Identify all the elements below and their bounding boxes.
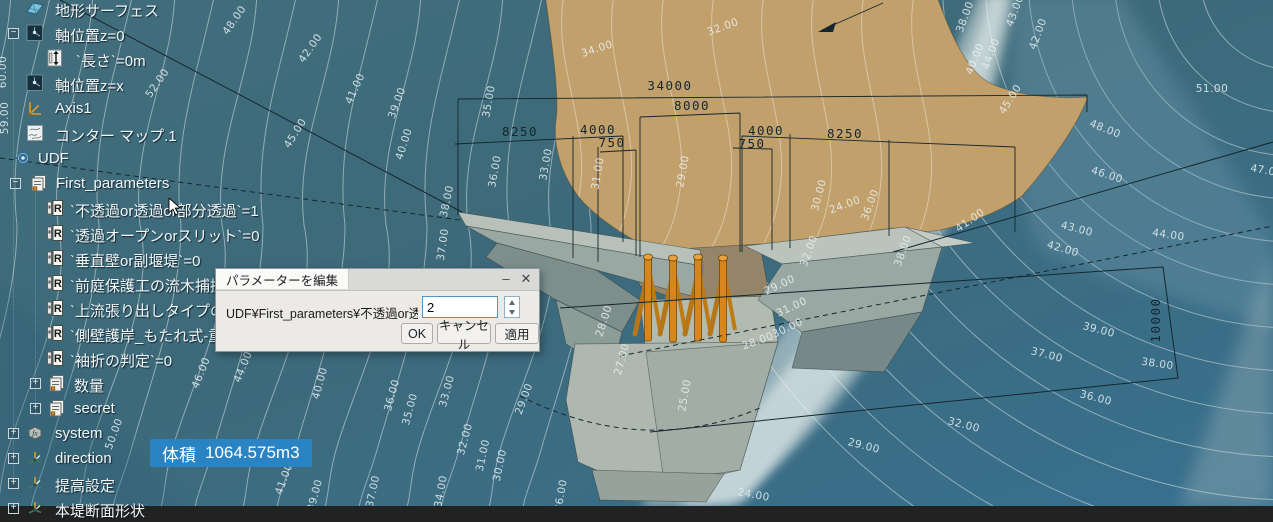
dimension-label: 8250 (827, 126, 863, 141)
param-icon (46, 324, 64, 342)
minimize-button[interactable]: – (497, 270, 515, 288)
parameter-path-label: UDF¥First_parameters¥不透過or透 (226, 307, 418, 321)
specification-tree: 地形サーフェス − 軸位置z=0 `長さ`=0m 軸位置z=x Axis1 コンター マップ… (0, 0, 420, 520)
tree-item[interactable]: + secret (0, 397, 420, 422)
param-icon (46, 349, 64, 367)
length-icon (46, 49, 64, 67)
param-icon (46, 249, 64, 267)
tree-item-label: First_parameters (56, 175, 170, 192)
tree-item-label: `袖折の判定`=0 (70, 353, 173, 370)
tree-item[interactable]: `透過オープンorスリット`=0 (0, 222, 420, 247)
udf-icon (14, 149, 32, 167)
paramset-icon (48, 374, 66, 392)
ok-button[interactable]: OK (401, 323, 433, 344)
axisdark-icon (26, 24, 44, 42)
axisdark-icon (26, 74, 44, 92)
tree-item[interactable]: + 数量 (0, 372, 420, 397)
tree-item-label: Axis1 (55, 100, 92, 117)
dimension-label: 4000 (748, 123, 784, 138)
tree-item-label: 提高設定 (55, 478, 116, 495)
tree-item-label: 軸位置z=0 (55, 28, 125, 45)
close-button[interactable]: ✕ (517, 270, 535, 288)
contour-icon (26, 124, 44, 142)
tree-item-label: 地形サーフェス (55, 3, 160, 20)
tree-item[interactable]: コンター マップ.1 (0, 122, 420, 147)
tree-item[interactable]: `不透過or透過or部分透過`=1 (0, 197, 420, 222)
tree-item-label: 軸位置z=x (55, 78, 124, 95)
edit-parameter-dialog: パラメーターを編集 – ✕ UDF¥First_parameters¥不透過or… (215, 268, 540, 352)
tree-item-label: `上流張り出しタイプの (70, 303, 225, 320)
tree-item-label: 本堤断面形状 (55, 503, 146, 520)
mouse-cursor-icon (168, 198, 182, 216)
param-icon (46, 299, 64, 317)
tree-item[interactable]: + 本堤断面形状 (0, 497, 420, 522)
dialog-title: パラメーターを編集 (216, 269, 350, 289)
direction-icon (26, 449, 44, 467)
param-icon (46, 224, 64, 242)
surface-icon (26, 0, 44, 17)
volume-label: 体積 (162, 445, 196, 465)
dimension-label: 750 (598, 135, 625, 150)
tree-item[interactable]: UDF (0, 147, 420, 172)
tree-item[interactable]: + 提高設定 (0, 472, 420, 497)
direction-icon (26, 499, 44, 517)
apply-button[interactable]: 適用 (495, 323, 539, 344)
cancel-button[interactable]: キャンセル (437, 319, 491, 352)
tree-item-label: コンター マップ.1 (55, 128, 177, 145)
tree-item-label: `長さ`=0m (76, 53, 146, 70)
tree-item[interactable]: 軸位置z=x (0, 72, 420, 97)
spinner-down-icon[interactable] (509, 309, 515, 315)
dimension-label: 8250 (502, 124, 538, 139)
tree-item-label: `不透過or透過or部分透過`=1 (70, 203, 259, 220)
paramset-icon (30, 174, 48, 192)
tree-item[interactable]: Axis1 (0, 97, 420, 122)
axis1-icon (26, 99, 44, 117)
param-icon (46, 199, 64, 217)
cad-application: { "colors":{"accent_blue":"#2a84c4","inp… (0, 0, 1273, 520)
spinner-up-icon[interactable] (509, 299, 515, 305)
tree-item-label: `側壁護岸_もたれ式-重 (70, 328, 224, 345)
direction-icon (26, 474, 44, 492)
tree-expander-minus-icon[interactable]: − (10, 178, 21, 189)
tree-expander-plus-icon[interactable]: + (8, 503, 19, 514)
tree-item[interactable]: − 軸位置z=0 (0, 22, 420, 47)
tree-expander-minus-icon[interactable]: − (8, 28, 19, 39)
tree-item-label: `透過オープンorスリット`=0 (70, 228, 260, 245)
tree-item[interactable]: `長さ`=0m (0, 47, 420, 72)
tree-item[interactable]: − First_parameters (0, 172, 420, 197)
volume-badge: 体積 1064.575m3 (150, 439, 312, 467)
dimension-label: 34000 (647, 78, 692, 93)
tree-item-label: `垂直壁or副堰堤`=0 (70, 253, 201, 270)
tree-item-label: `前庭保護工の流木捕捉 (70, 278, 225, 295)
tree-item[interactable]: 地形サーフェス (0, 0, 420, 22)
paramset-icon (48, 399, 66, 417)
dimension-label: 750 (738, 136, 765, 151)
tree-item-label: direction (55, 450, 112, 467)
dimension-label: 8000 (674, 98, 710, 113)
param-icon (46, 274, 64, 292)
tree-item-label: UDF (38, 150, 69, 167)
tree-item-label: secret (74, 400, 115, 417)
fx-icon (26, 424, 44, 442)
value-spinner[interactable] (504, 296, 520, 318)
tree-item-label: 数量 (74, 378, 105, 395)
contour-label: 51.00 (1196, 83, 1229, 95)
volume-value: 1064.575m3 (205, 443, 300, 462)
dialog-titlebar[interactable]: パラメーターを編集 – ✕ (216, 269, 539, 291)
tree-item-label: system (55, 425, 103, 442)
dimension-label: 10000 (1148, 297, 1163, 342)
